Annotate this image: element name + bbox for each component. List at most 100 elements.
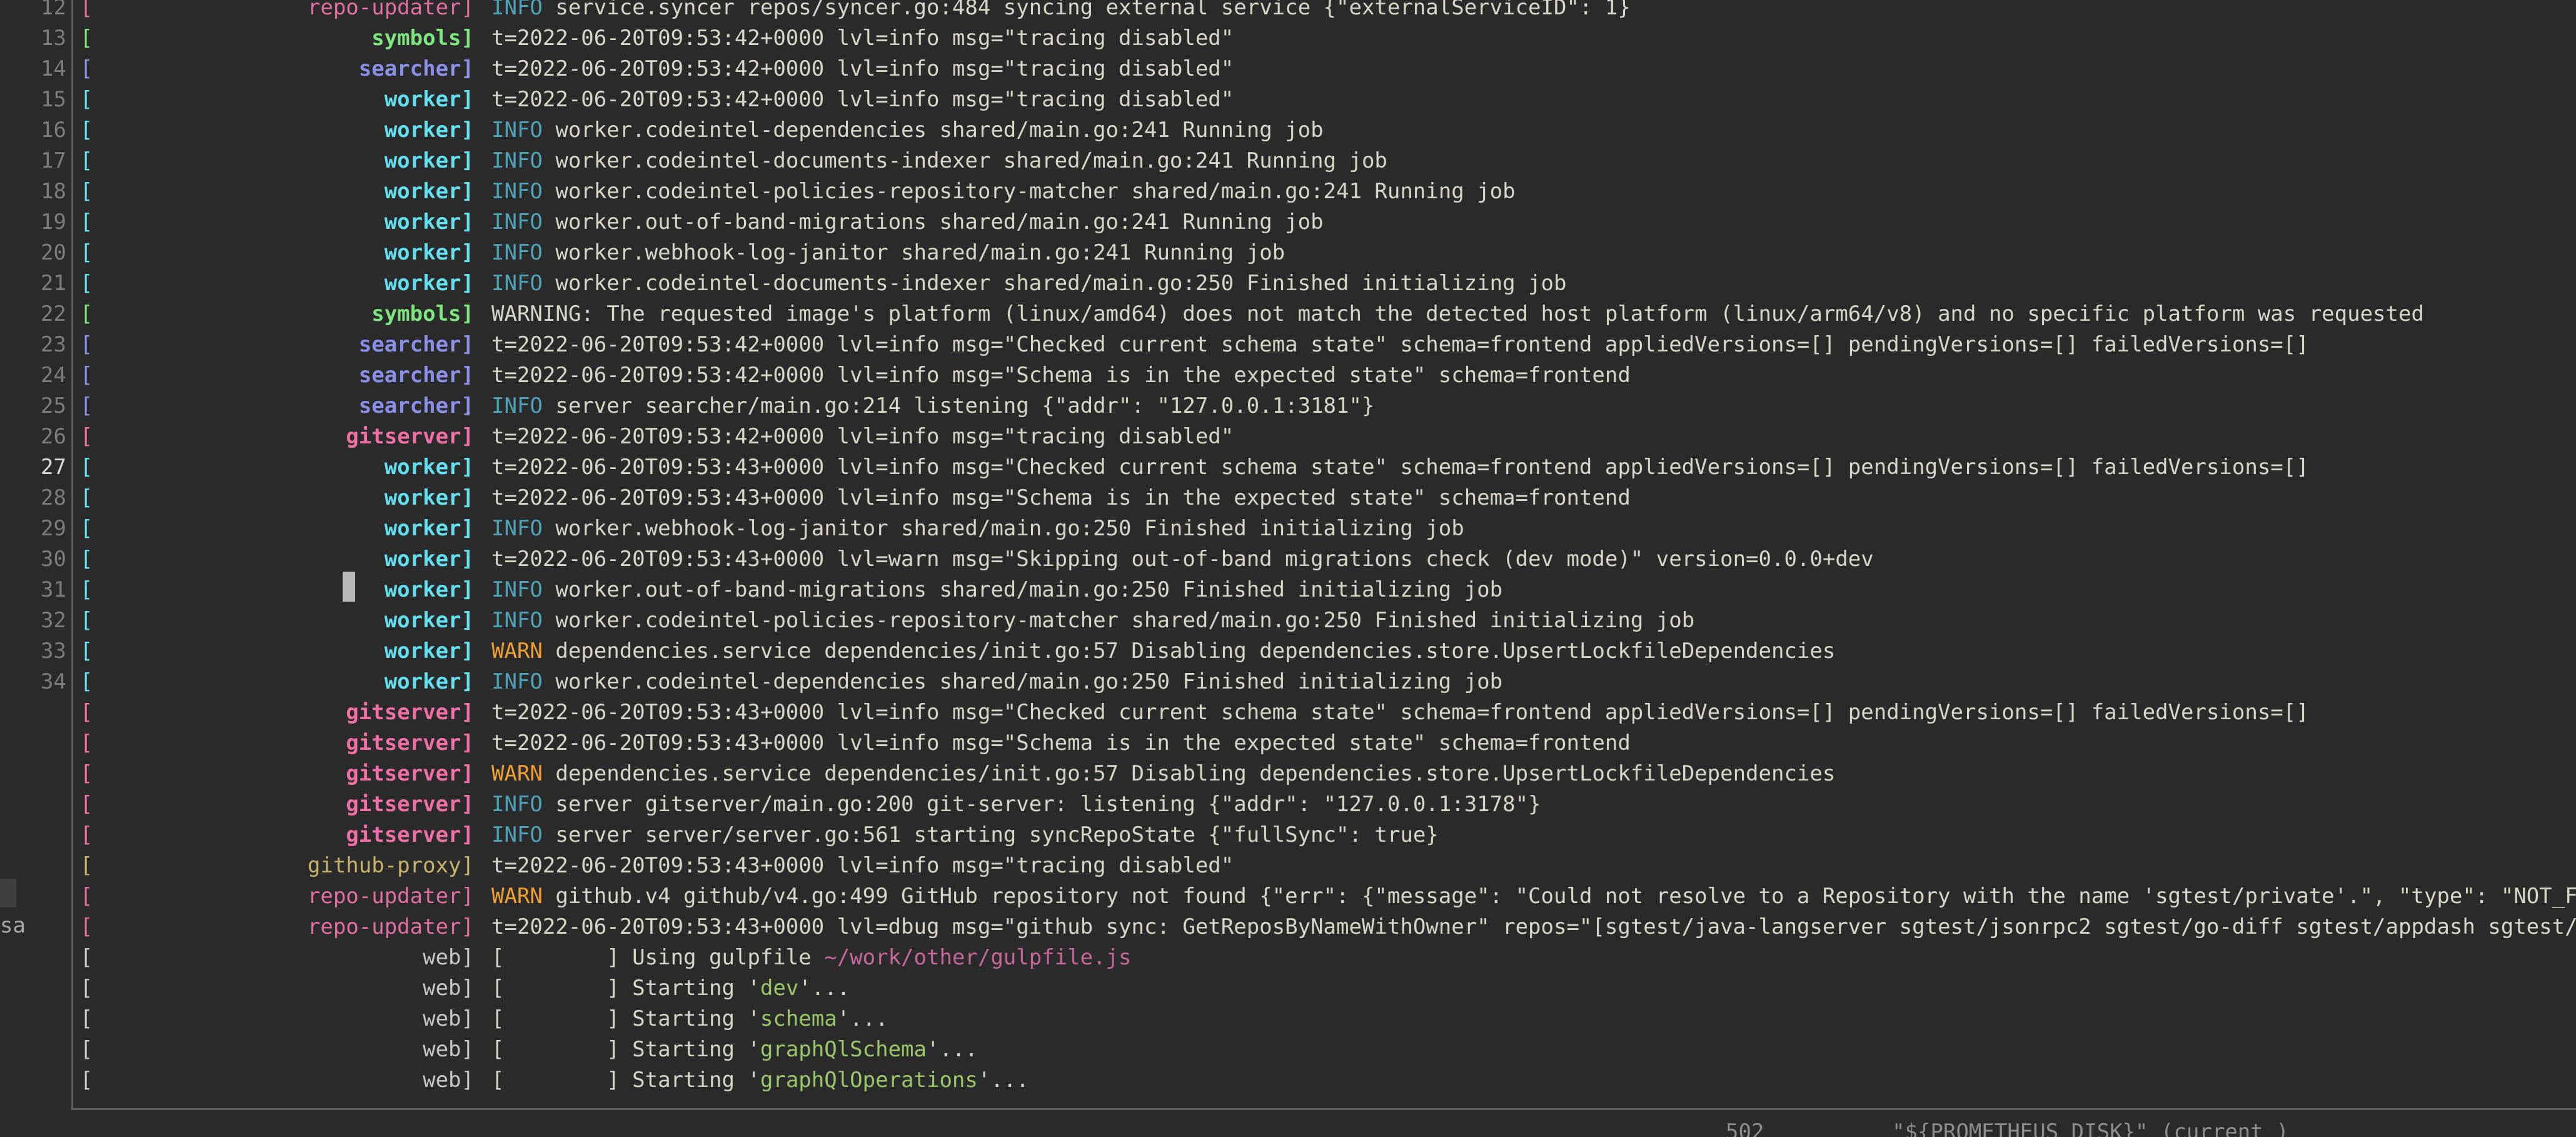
log-line: [searcher] INFO server searcher/main.go:2…: [74, 391, 2576, 422]
log-text: [ ] Starting ': [491, 1037, 760, 1062]
log-line: [web][ ] Starting 'schema'...: [74, 1004, 2576, 1034]
log-info-token: INFO: [491, 393, 543, 418]
line-number: 21: [41, 271, 66, 296]
log-text: t=2022-06-20T09:53:42+0000 lvl=info msg=…: [491, 87, 1234, 112]
log-info-token: INFO: [491, 0, 543, 20]
log-text: WARNING: The requested image's platform …: [491, 301, 2424, 326]
log-info-token: INFO: [491, 577, 543, 602]
log-line: [repo-updater] t=2022-06-20T09:53:43+0000…: [74, 912, 2576, 942]
service-label: gitserver]: [346, 822, 474, 847]
log-info-token: INFO: [491, 516, 543, 541]
log-text: t=2022-06-20T09:53:42+0000 lvl=info msg=…: [491, 56, 1234, 81]
log-text: [ ] Starting ': [491, 976, 760, 1001]
service-label: searcher]: [358, 393, 474, 418]
log-line: [worker] t=2022-06-20T09:53:43+0000 lvl=w…: [74, 544, 2576, 575]
log-text: '...: [837, 1006, 888, 1031]
log-line: [worker] INFO worker.codeintel-policies-r…: [74, 176, 2576, 207]
log-line: [worker] INFO worker.codeintel-dependenci…: [74, 667, 2576, 697]
log-text: worker.out-of-band-migrations shared/mai…: [542, 210, 1324, 235]
service-label: worker]: [384, 608, 474, 633]
log-text: t=2022-06-20T09:53:43+0000 lvl=warn msg=…: [491, 547, 1874, 572]
log-text: t=2022-06-20T09:53:43+0000 lvl=info msg=…: [491, 455, 2309, 480]
log-text: worker.webhook-log-janitor shared/main.g…: [542, 516, 1464, 541]
log-message: WARN github.v4 github/v4.go:499 GitHub r…: [491, 881, 2576, 912]
line-number: 14: [41, 56, 66, 81]
log-message: t=2022-06-20T09:53:42+0000 lvl=info msg=…: [491, 84, 1234, 115]
log-message: [ ] Starting 'graphQlSchema'...: [491, 1034, 978, 1065]
log-text: worker.codeintel-policies-repository-mat…: [542, 608, 1695, 633]
log-message: INFO server searcher/main.go:214 listeni…: [491, 391, 1374, 422]
log-info-token: INFO: [491, 792, 543, 817]
log-message: INFO service.syncer repos/syncer.go:484 …: [491, 0, 1631, 23]
log-info-token: INFO: [491, 608, 543, 633]
line-number: 18: [41, 179, 66, 204]
pane-divider-horizontal[interactable]: [71, 1108, 2576, 1110]
service-label: worker]: [384, 87, 474, 112]
log-line: [worker] INFO worker.webhook-log-janitor …: [74, 513, 2576, 544]
log-message: WARNING: The requested image's platform …: [491, 299, 2424, 330]
service-label: gitserver]: [346, 761, 474, 786]
terminal-window[interactable]: 12 13 14 15 16 17 18 19 20 21 22 23 24 25 26 27 28 29 30 31…: [0, 0, 2576, 1137]
log-line: [web][ ] Starting 'graphQlSchema'...: [74, 1034, 2576, 1065]
log-warn-token: WARN: [491, 761, 543, 786]
log-message: t=2022-06-20T09:53:42+0000 lvl=info msg=…: [491, 330, 2309, 360]
log-text: t=2022-06-20T09:53:43+0000 lvl=info msg=…: [491, 700, 2309, 725]
service-label: repo-updater]: [307, 0, 474, 20]
log-line: [worker] INFO worker.codeintel-dependenci…: [74, 115, 2576, 146]
log-line: [gitserver] t=2022-06-20T09:53:43+0000 lv…: [74, 728, 2576, 759]
log-message: WARN dependencies.service dependencies/i…: [491, 759, 1835, 789]
pane-divider-vertical[interactable]: [71, 0, 73, 1110]
log-text: t=2022-06-20T09:53:42+0000 lvl=info msg=…: [491, 26, 1234, 51]
log-text: server searcher/main.go:214 listening {"…: [542, 393, 1375, 418]
service-label: searcher]: [358, 332, 474, 357]
log-line: [worker] t=2022-06-20T09:53:43+0000 lvl=i…: [74, 452, 2576, 483]
service-label: symbols]: [371, 26, 474, 51]
log-line: [worker] INFO worker.webhook-log-janitor …: [74, 238, 2576, 268]
log-message: t=2022-06-20T09:53:43+0000 lvl=info msg=…: [491, 728, 1631, 759]
line-number: 13: [41, 26, 66, 51]
line-number: 25: [41, 393, 66, 418]
line-number: 26: [41, 424, 66, 449]
log-message: INFO server server/server.go:561 startin…: [491, 820, 1439, 851]
log-message: t=2022-06-20T09:53:42+0000 lvl=info msg=…: [491, 54, 1234, 84]
log-line: [worker] t=2022-06-20T09:53:43+0000 lvl=i…: [74, 483, 2576, 513]
log-message: INFO server gitserver/main.go:200 git-se…: [491, 789, 1541, 820]
log-message: [ ] Starting 'graphQlOperations'...: [491, 1065, 1029, 1096]
log-line: [gitserver] t=2022-06-20T09:53:43+0000 lv…: [74, 697, 2576, 728]
log-message: t=2022-06-20T09:53:43+0000 lvl=info msg=…: [491, 483, 1631, 513]
log-message: INFO worker.codeintel-policies-repositor…: [491, 176, 1516, 207]
log-str-token: schema: [760, 1006, 837, 1031]
log-line: [web][ ] Starting 'dev'...: [74, 973, 2576, 1004]
service-label: repo-updater]: [307, 914, 474, 939]
log-line: [worker] INFO worker.codeintel-documents-…: [74, 146, 2576, 176]
service-label: repo-updater]: [307, 884, 474, 909]
service-label: worker]: [384, 455, 474, 480]
service-label: web]: [423, 945, 474, 970]
log-text: [ ] Using gulpfile: [491, 945, 825, 970]
service-label: searcher]: [358, 56, 474, 81]
log-str-token: dev: [760, 976, 799, 1001]
line-number: 23: [41, 332, 66, 357]
line-number: 19: [41, 210, 66, 235]
service-label: worker]: [384, 547, 474, 572]
log-text: [ ] Starting ': [491, 1006, 760, 1031]
service-label: worker]: [384, 210, 474, 235]
log-warn-token: WARN: [491, 639, 543, 664]
log-text: dependencies.service dependencies/init.g…: [542, 761, 1836, 786]
log-line: [searcher] t=2022-06-20T09:53:42+0000 lvl…: [74, 54, 2576, 84]
line-number: 22: [41, 301, 66, 326]
log-line: [searcher] t=2022-06-20T09:53:42+0000 lvl…: [74, 330, 2576, 360]
service-label: worker]: [384, 118, 474, 143]
service-label: gitserver]: [346, 700, 474, 725]
log-text: worker.codeintel-documents-indexer share…: [542, 271, 1567, 296]
log-text: server gitserver/main.go:200 git-server:…: [542, 792, 1541, 817]
log-message: INFO worker.codeintel-policies-repositor…: [491, 605, 1694, 636]
log-line: [gitserver] WARN dependencies.service dep…: [74, 759, 2576, 789]
log-line: [web][ ] Starting 'graphQlOperations'...: [74, 1065, 2576, 1096]
log-message: t=2022-06-20T09:53:42+0000 lvl=info msg=…: [491, 360, 1631, 391]
log-output[interactable]: [repo-updater] INFO service.syncer repos/…: [74, 0, 2576, 1108]
log-text: worker.out-of-band-migrations shared/mai…: [542, 577, 1503, 602]
log-text: t=2022-06-20T09:53:43+0000 lvl=info msg=…: [491, 730, 1631, 755]
service-label: web]: [423, 1006, 474, 1031]
line-number: 28: [41, 485, 66, 510]
